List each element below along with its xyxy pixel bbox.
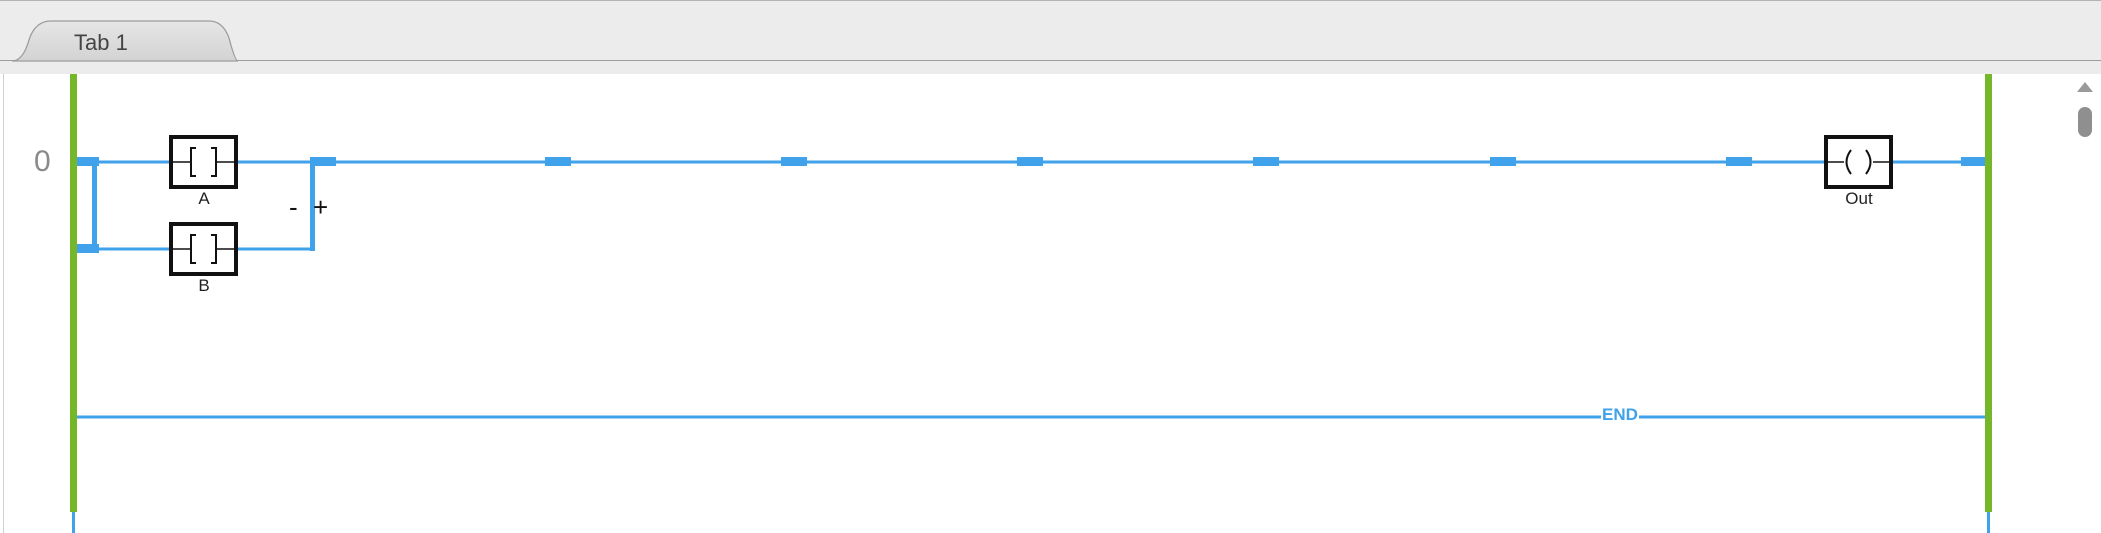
right-rail-stub [1987,512,1990,533]
branch-left-vertical [92,162,97,250]
branch-minus-sign: - [289,192,298,222]
scrollbar-thumb[interactable] [2078,107,2092,137]
wire-node[interactable] [1017,157,1043,166]
wire-node[interactable] [1253,157,1279,166]
scroll-up-arrow-icon[interactable] [2077,82,2093,92]
contact-b[interactable] [169,222,238,276]
left-rail-stub [72,512,75,533]
contact-a[interactable] [169,135,238,189]
ladder-diagram [70,74,1992,533]
wire-node[interactable] [310,157,336,166]
contact-a-label: A [198,189,210,208]
vertical-scrollbar[interactable] [2064,74,2101,533]
coil-out-label: Out [1845,189,1873,208]
wire-node[interactable] [1961,157,1985,166]
end-label: END [1601,405,1639,425]
wire-node[interactable] [1726,157,1752,166]
wire-node[interactable] [77,157,99,166]
right-power-rail [1985,74,1992,512]
branch-plus-sign[interactable]: + [313,192,328,223]
contact-b-label: B [198,276,210,295]
wire-node[interactable] [545,157,571,166]
wire-node[interactable] [1490,157,1516,166]
left-power-rail [70,74,77,512]
wire-node[interactable] [781,157,807,166]
wire-node[interactable] [77,244,99,253]
coil-out[interactable] [1824,135,1893,189]
